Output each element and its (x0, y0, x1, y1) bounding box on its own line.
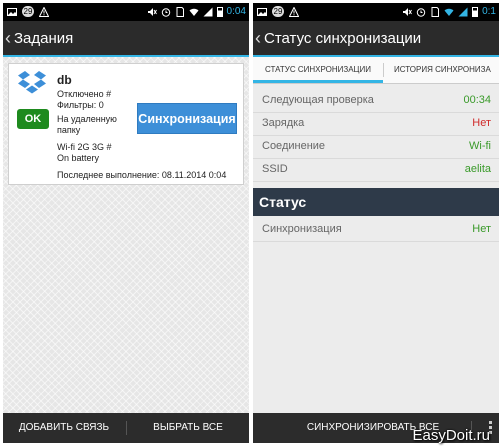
task-status-line: папку (57, 125, 81, 135)
page-title[interactable]: Задания (14, 30, 73, 47)
left-screen: 29 0:04 ‹ Задания db Отключено # Фильтры… (3, 3, 249, 443)
battery-icon (472, 6, 479, 17)
info-value: Нет (472, 223, 491, 235)
info-label: Синхронизация (262, 223, 342, 235)
info-label: Соединение (262, 140, 326, 152)
dropbox-icon (18, 71, 46, 94)
info-row-charging: Зарядка Нет (253, 113, 499, 136)
info-value: aelita (464, 163, 491, 175)
info-label: Следующая проверка (262, 94, 374, 106)
bottom-action-bar: ДОБАВИТЬ СВЯЗЬ ВЫБРАТЬ ВСЕ (3, 413, 249, 443)
alarm-icon (416, 7, 426, 17)
battery-icon (216, 6, 223, 17)
sim-icon (431, 6, 440, 17)
warning-icon (39, 6, 49, 17)
select-all-button[interactable]: ВЫБРАТЬ ВСЕ (127, 413, 249, 443)
notification-count-badge: 29 (22, 6, 34, 17)
image-icon (257, 7, 267, 16)
info-value: Wi-fi (469, 140, 491, 152)
page-title[interactable]: Статус синхронизации (264, 30, 421, 47)
info-row-sync: Синхронизация Нет (253, 219, 499, 242)
image-icon (7, 7, 17, 16)
sim-icon (176, 6, 184, 17)
alarm-icon (161, 7, 170, 17)
wifi-icon (444, 8, 454, 16)
section-header-status: Статус (253, 188, 499, 216)
info-row-connection: Соединение Wi-fi (253, 136, 499, 159)
signal-icon (458, 7, 468, 16)
watermark: EasyDoit.ru (412, 427, 490, 444)
tab-sync-status[interactable]: СТАТУС СИНХРОНИЗАЦИИ (253, 57, 383, 83)
warning-icon (289, 6, 299, 17)
info-label: SSID (262, 163, 288, 175)
action-bar: ‹ Статус синхронизации (253, 21, 499, 57)
task-card[interactable]: db Отключено # Фильтры: 0 На удаленную п… (8, 63, 244, 185)
clock: 0:04 (226, 6, 246, 17)
mute-icon (147, 7, 157, 16)
tasks-list: db Отключено # Фильтры: 0 На удаленную п… (3, 57, 249, 413)
info-row-ssid: SSID aelita (253, 159, 499, 182)
task-status-line: On battery (57, 153, 100, 163)
task-status-line: Wi-fi 2G 3G # (57, 142, 112, 152)
signal-icon (203, 7, 213, 16)
wifi-icon (189, 8, 199, 16)
last-run-line: Последнее выполнение: 08.11.2014 0:04 (57, 170, 227, 180)
action-bar: ‹ Задания (3, 21, 249, 57)
mute-icon (403, 7, 413, 16)
sync-button[interactable]: Синхронизация (137, 103, 237, 134)
back-icon[interactable]: ‹ (5, 29, 11, 47)
status-bar: 29 0:1 (253, 3, 499, 21)
task-name: db (57, 73, 72, 87)
task-status-line: На удаленную (57, 114, 117, 124)
tab-bar: СТАТУС СИНХРОНИЗАЦИИ ИСТОРИЯ СИНХРОНИЗА (253, 57, 499, 84)
tab-sync-history[interactable]: ИСТОРИЯ СИНХРОНИЗА (384, 57, 499, 83)
notification-count-badge: 29 (272, 6, 284, 17)
info-row-next-check: Следующая проверка 00:34 (253, 90, 499, 113)
back-icon[interactable]: ‹ (255, 29, 261, 47)
info-label: Зарядка (262, 117, 305, 129)
status-badge: OK (17, 109, 49, 129)
task-status-line: Фильтры: 0 (57, 100, 104, 110)
status-bar: 29 0:04 (3, 3, 249, 21)
add-link-button[interactable]: ДОБАВИТЬ СВЯЗЬ (3, 413, 125, 443)
info-value: Нет (472, 117, 491, 129)
task-status-line: Отключено # (57, 89, 112, 99)
right-screen: 29 0:1 ‹ Статус синхронизации СТАТУС СИН… (253, 3, 499, 443)
clock: 0:1 (482, 6, 496, 17)
info-value: 00:34 (463, 94, 491, 106)
